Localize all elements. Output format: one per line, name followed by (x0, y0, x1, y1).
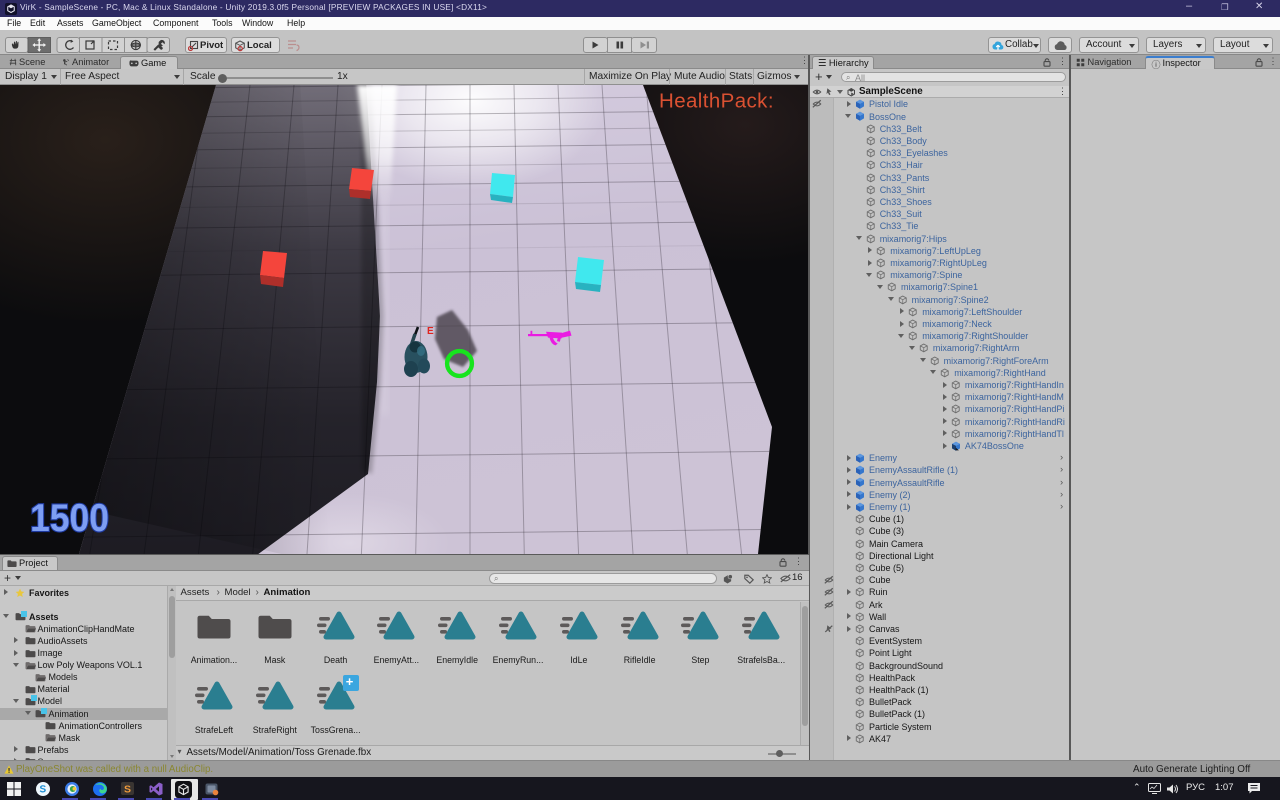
svg-text:S: S (124, 784, 131, 796)
svg-text:1500: 1500 (30, 497, 109, 540)
svg-text:HealthPack:: HealthPack: (659, 90, 774, 113)
svg-text:E: E (427, 326, 434, 337)
